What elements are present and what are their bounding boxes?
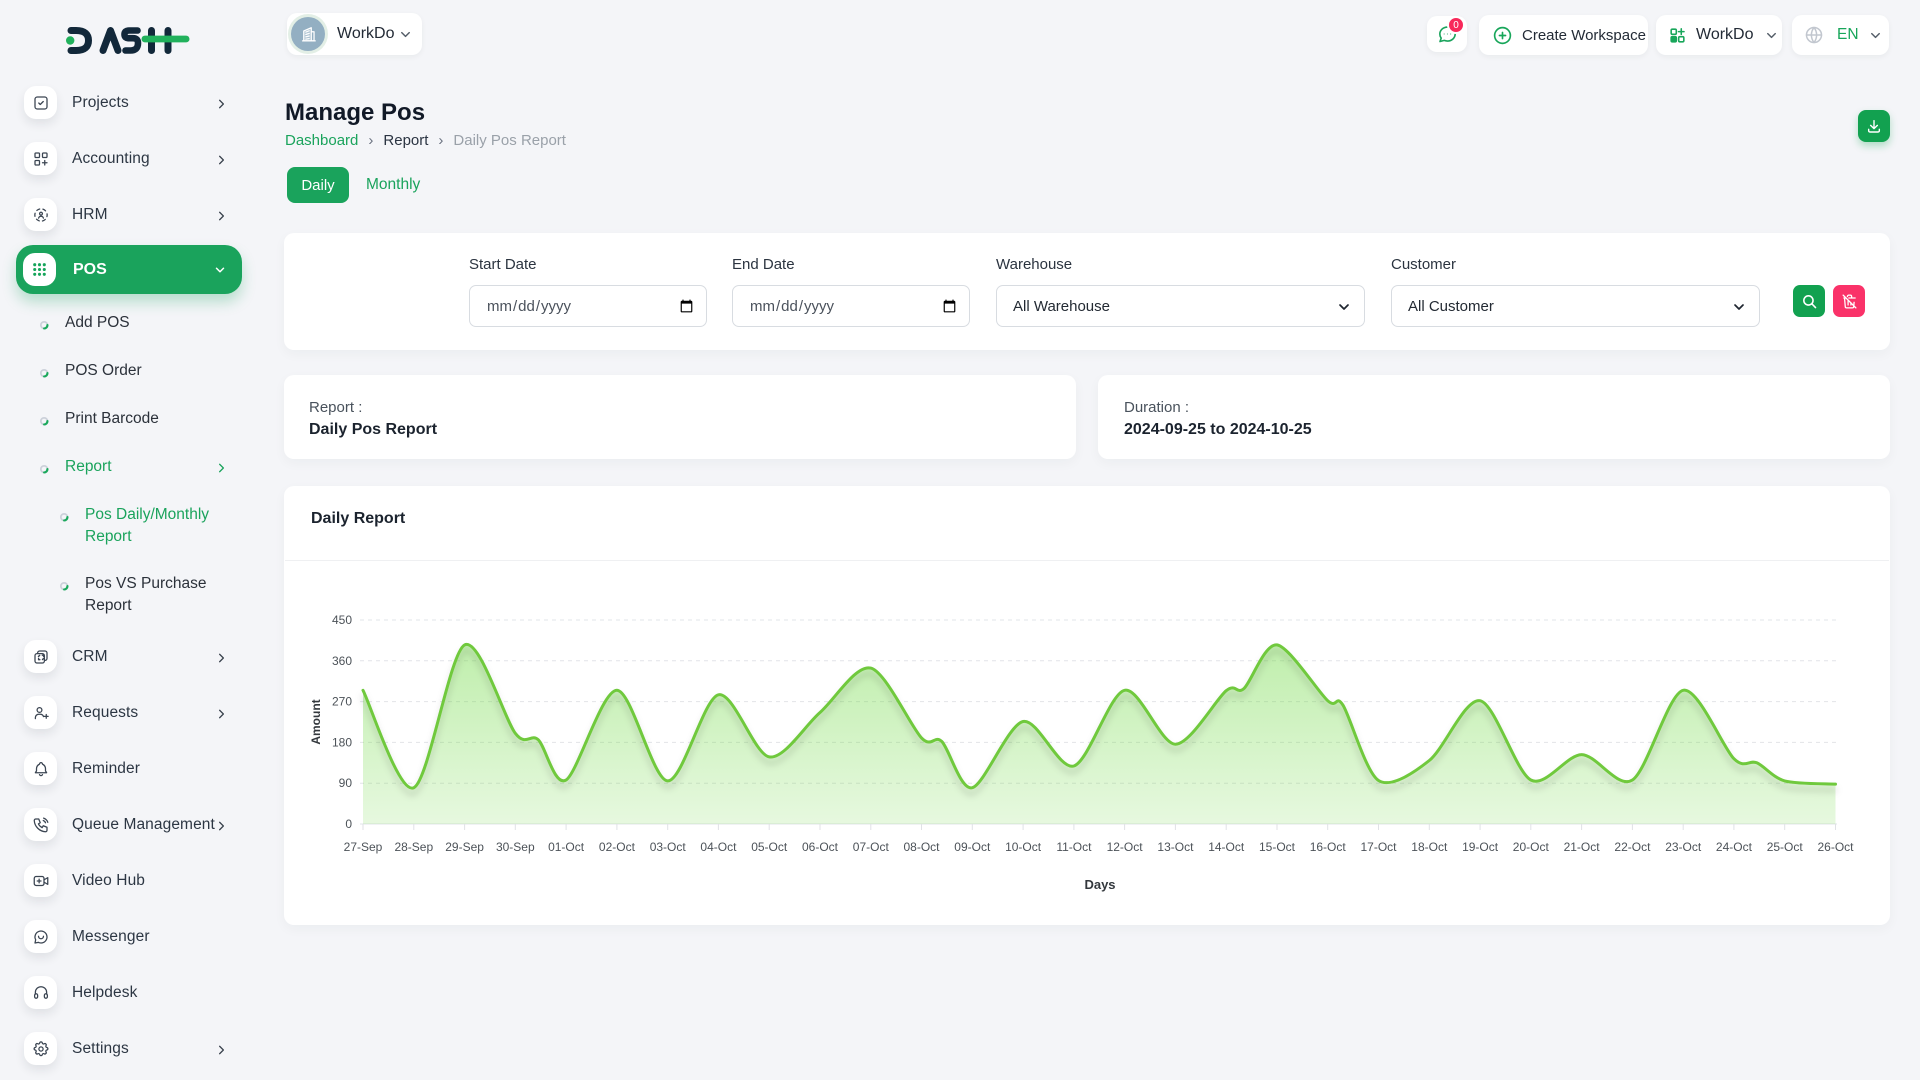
svg-text:180: 180 (332, 735, 352, 749)
svg-text:02-Oct: 02-Oct (599, 840, 636, 854)
svg-text:28-Sep: 28-Sep (394, 840, 433, 854)
svg-text:03-Oct: 03-Oct (650, 840, 687, 854)
svg-text:17-Oct: 17-Oct (1360, 840, 1397, 854)
svg-text:23-Oct: 23-Oct (1665, 840, 1702, 854)
svg-text:12-Oct: 12-Oct (1107, 840, 1144, 854)
svg-text:24-Oct: 24-Oct (1716, 840, 1753, 854)
svg-text:05-Oct: 05-Oct (751, 840, 788, 854)
svg-text:0: 0 (345, 817, 352, 831)
svg-text:Days: Days (1084, 877, 1115, 892)
svg-text:06-Oct: 06-Oct (802, 840, 839, 854)
svg-text:22-Oct: 22-Oct (1614, 840, 1651, 854)
svg-text:01-Oct: 01-Oct (548, 840, 585, 854)
svg-text:26-Oct: 26-Oct (1817, 840, 1854, 854)
svg-text:29-Sep: 29-Sep (445, 840, 484, 854)
svg-text:07-Oct: 07-Oct (853, 840, 890, 854)
svg-text:Amount: Amount (309, 699, 323, 744)
svg-text:16-Oct: 16-Oct (1310, 840, 1347, 854)
svg-text:09-Oct: 09-Oct (954, 840, 991, 854)
svg-text:10-Oct: 10-Oct (1005, 840, 1042, 854)
svg-text:20-Oct: 20-Oct (1513, 840, 1550, 854)
svg-text:25-Oct: 25-Oct (1767, 840, 1804, 854)
svg-text:30-Sep: 30-Sep (496, 840, 535, 854)
svg-text:19-Oct: 19-Oct (1462, 840, 1499, 854)
svg-text:360: 360 (332, 654, 352, 668)
svg-text:11-Oct: 11-Oct (1056, 840, 1092, 854)
svg-text:13-Oct: 13-Oct (1157, 840, 1194, 854)
svg-text:08-Oct: 08-Oct (903, 840, 940, 854)
svg-text:14-Oct: 14-Oct (1208, 840, 1245, 854)
svg-text:27-Sep: 27-Sep (344, 840, 383, 854)
svg-text:90: 90 (339, 776, 353, 790)
svg-text:21-Oct: 21-Oct (1564, 840, 1601, 854)
svg-text:18-Oct: 18-Oct (1411, 840, 1448, 854)
svg-text:450: 450 (332, 613, 352, 627)
svg-text:04-Oct: 04-Oct (700, 840, 737, 854)
svg-text:15-Oct: 15-Oct (1259, 840, 1296, 854)
svg-text:270: 270 (332, 695, 352, 709)
